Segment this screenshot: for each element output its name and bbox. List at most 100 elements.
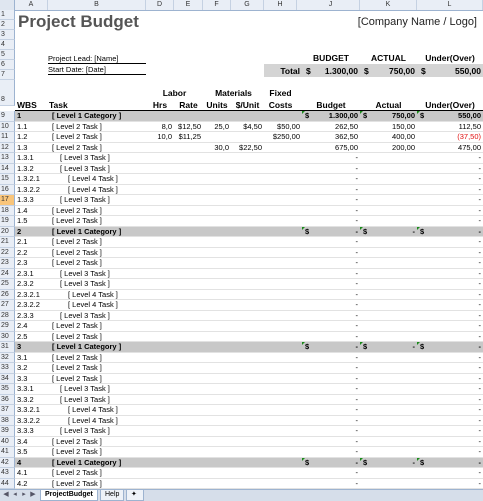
per-unit-cell[interactable]	[231, 437, 264, 447]
actual-cell[interactable]	[360, 258, 417, 269]
task-cell[interactable]: [ Level 3 Task ]	[48, 426, 146, 437]
actual-cell[interactable]	[360, 216, 417, 227]
budget-cell[interactable]: -	[302, 416, 360, 426]
column-header-a[interactable]: A	[15, 0, 48, 10]
task-cell[interactable]: [ Level 3 Task ]	[48, 395, 146, 405]
last-sheet-icon[interactable]: ▶	[29, 491, 37, 499]
task-cell[interactable]: [ Level 4 Task ]	[48, 300, 146, 311]
units-cell[interactable]: 30,0	[203, 143, 231, 153]
row-number[interactable]: 16	[0, 184, 15, 195]
hrs-cell[interactable]	[146, 237, 174, 248]
budget-cell[interactable]: -	[302, 363, 360, 374]
task-cell[interactable]: [ Level 2 Task ]	[48, 479, 146, 489]
row-number[interactable]: 4	[0, 40, 15, 50]
row-number[interactable]: 39	[0, 426, 15, 437]
rate-cell[interactable]	[174, 479, 203, 489]
column-header-h[interactable]: H	[264, 0, 297, 10]
per-unit-cell[interactable]: $22,50	[231, 143, 264, 153]
hrs-cell[interactable]	[146, 185, 174, 195]
wbs-cell[interactable]: 2.3.1	[15, 269, 48, 279]
per-unit-cell[interactable]	[231, 237, 264, 248]
wbs-cell[interactable]: 3.1	[15, 353, 48, 363]
budget-cell[interactable]: -	[302, 216, 360, 227]
summary-actual-value[interactable]: 750,00	[374, 66, 417, 76]
actual-cell[interactable]: 750,00 $	[360, 111, 417, 122]
task-cell[interactable]: [ Level 2 Task ]	[48, 353, 146, 363]
actual-cell[interactable]	[360, 363, 417, 374]
row-number[interactable]: 44	[0, 478, 15, 489]
budget-cell[interactable]: 262,50	[302, 122, 360, 132]
fixed-cell[interactable]	[264, 342, 302, 353]
under-cell[interactable]: (37,50)	[417, 132, 483, 143]
row-number[interactable]: 7	[0, 70, 15, 80]
under-cell[interactable]: -	[417, 258, 483, 269]
fixed-cell[interactable]	[264, 143, 302, 153]
hrs-cell[interactable]	[146, 405, 174, 416]
wbs-cell[interactable]: 4.1	[15, 468, 48, 479]
budget-cell[interactable]: -	[302, 384, 360, 395]
actual-cell[interactable]	[360, 164, 417, 174]
under-cell[interactable]: -	[417, 353, 483, 363]
row-number[interactable]: 19	[0, 216, 15, 227]
actual-cell[interactable]	[360, 153, 417, 164]
column-header-d[interactable]: D	[146, 0, 174, 10]
under-cell[interactable]: -	[417, 153, 483, 164]
task-cell[interactable]: [ Level 3 Task ]	[48, 164, 146, 174]
budget-cell[interactable]: -	[302, 468, 360, 479]
fixed-cell[interactable]	[264, 363, 302, 374]
budget-cell[interactable]: -	[302, 332, 360, 342]
fixed-cell[interactable]	[264, 395, 302, 405]
budget-cell[interactable]: -	[302, 206, 360, 216]
per-unit-cell[interactable]	[231, 279, 264, 290]
hrs-cell[interactable]	[146, 374, 174, 384]
row-number[interactable]: 40	[0, 436, 15, 447]
fixed-cell[interactable]: $250,00	[264, 132, 302, 143]
rate-cell[interactable]	[174, 153, 203, 164]
hrs-cell[interactable]	[146, 342, 174, 353]
budget-cell[interactable]: -	[302, 237, 360, 248]
units-cell[interactable]	[203, 195, 231, 206]
wbs-cell[interactable]: 1.2	[15, 132, 48, 143]
rate-cell[interactable]	[174, 143, 203, 153]
summary-under-value[interactable]: 550,00	[431, 66, 483, 76]
column-header-l[interactable]: L	[417, 0, 483, 10]
fixed-cell[interactable]	[264, 447, 302, 458]
per-unit-cell[interactable]	[231, 384, 264, 395]
hrs-cell[interactable]	[146, 395, 174, 405]
fixed-cell[interactable]	[264, 468, 302, 479]
per-unit-cell[interactable]	[231, 269, 264, 279]
wbs-cell[interactable]: 2.3.2.1	[15, 290, 48, 300]
wbs-cell[interactable]: 2.3.2.2	[15, 300, 48, 311]
per-unit-cell[interactable]	[231, 353, 264, 363]
per-unit-cell[interactable]	[231, 226, 264, 237]
under-cell[interactable]: 112,50	[417, 122, 483, 132]
under-cell[interactable]: -	[417, 332, 483, 342]
task-cell[interactable]: [ Level 2 Task ]	[48, 468, 146, 479]
column-header-f[interactable]: F	[203, 0, 231, 10]
per-unit-cell[interactable]	[231, 258, 264, 269]
rate-cell[interactable]	[174, 374, 203, 384]
fixed-cell[interactable]	[264, 153, 302, 164]
hrs-cell[interactable]	[146, 311, 174, 321]
per-unit-cell[interactable]	[231, 195, 264, 206]
hrs-cell[interactable]	[146, 437, 174, 447]
actual-cell[interactable]	[360, 195, 417, 206]
hrs-cell[interactable]	[146, 279, 174, 290]
rate-cell[interactable]	[174, 216, 203, 227]
hrs-cell[interactable]: 10,0	[146, 132, 174, 143]
row-number[interactable]: 38	[0, 415, 15, 426]
wbs-cell[interactable]: 1.3.3	[15, 195, 48, 206]
under-cell[interactable]: -	[417, 311, 483, 321]
wbs-cell[interactable]: 3.3.2	[15, 395, 48, 405]
fixed-cell[interactable]	[264, 384, 302, 395]
per-unit-cell[interactable]	[231, 374, 264, 384]
wbs-cell[interactable]: 3.4	[15, 437, 48, 447]
per-unit-cell[interactable]	[231, 185, 264, 195]
hrs-cell[interactable]	[146, 195, 174, 206]
task-cell[interactable]: [ Level 2 Task ]	[48, 447, 146, 458]
column-header-g[interactable]: G	[231, 0, 264, 10]
rate-cell[interactable]	[174, 226, 203, 237]
units-cell[interactable]	[203, 226, 231, 237]
row-number[interactable]: 3	[0, 30, 15, 40]
hrs-cell[interactable]	[146, 153, 174, 164]
